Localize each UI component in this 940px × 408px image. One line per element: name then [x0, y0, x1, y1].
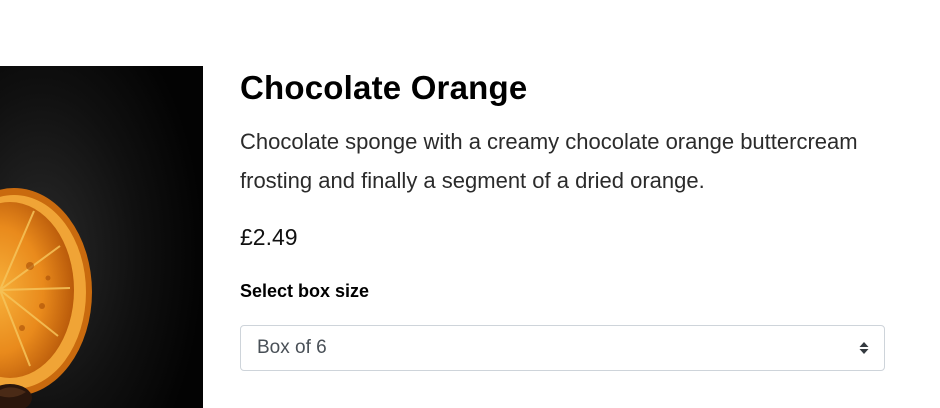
select-updown-caret-icon: [859, 342, 869, 354]
product-page: Chocolate Orange Chocolate sponge with a…: [0, 0, 940, 408]
box-size-label: Select box size: [240, 281, 370, 301]
box-size-select[interactable]: Box of 6: [240, 325, 885, 371]
product-title: Chocolate Orange: [240, 69, 528, 106]
dried-orange-image: [0, 66, 203, 408]
product-price: £2.49: [240, 224, 298, 250]
product-image: [0, 66, 203, 408]
product-description: Chocolate sponge with a creamy chocolate…: [240, 129, 858, 193]
box-size-selected-value: Box of 6: [257, 337, 327, 358]
product-details: Chocolate Orange Chocolate sponge with a…: [240, 66, 890, 371]
